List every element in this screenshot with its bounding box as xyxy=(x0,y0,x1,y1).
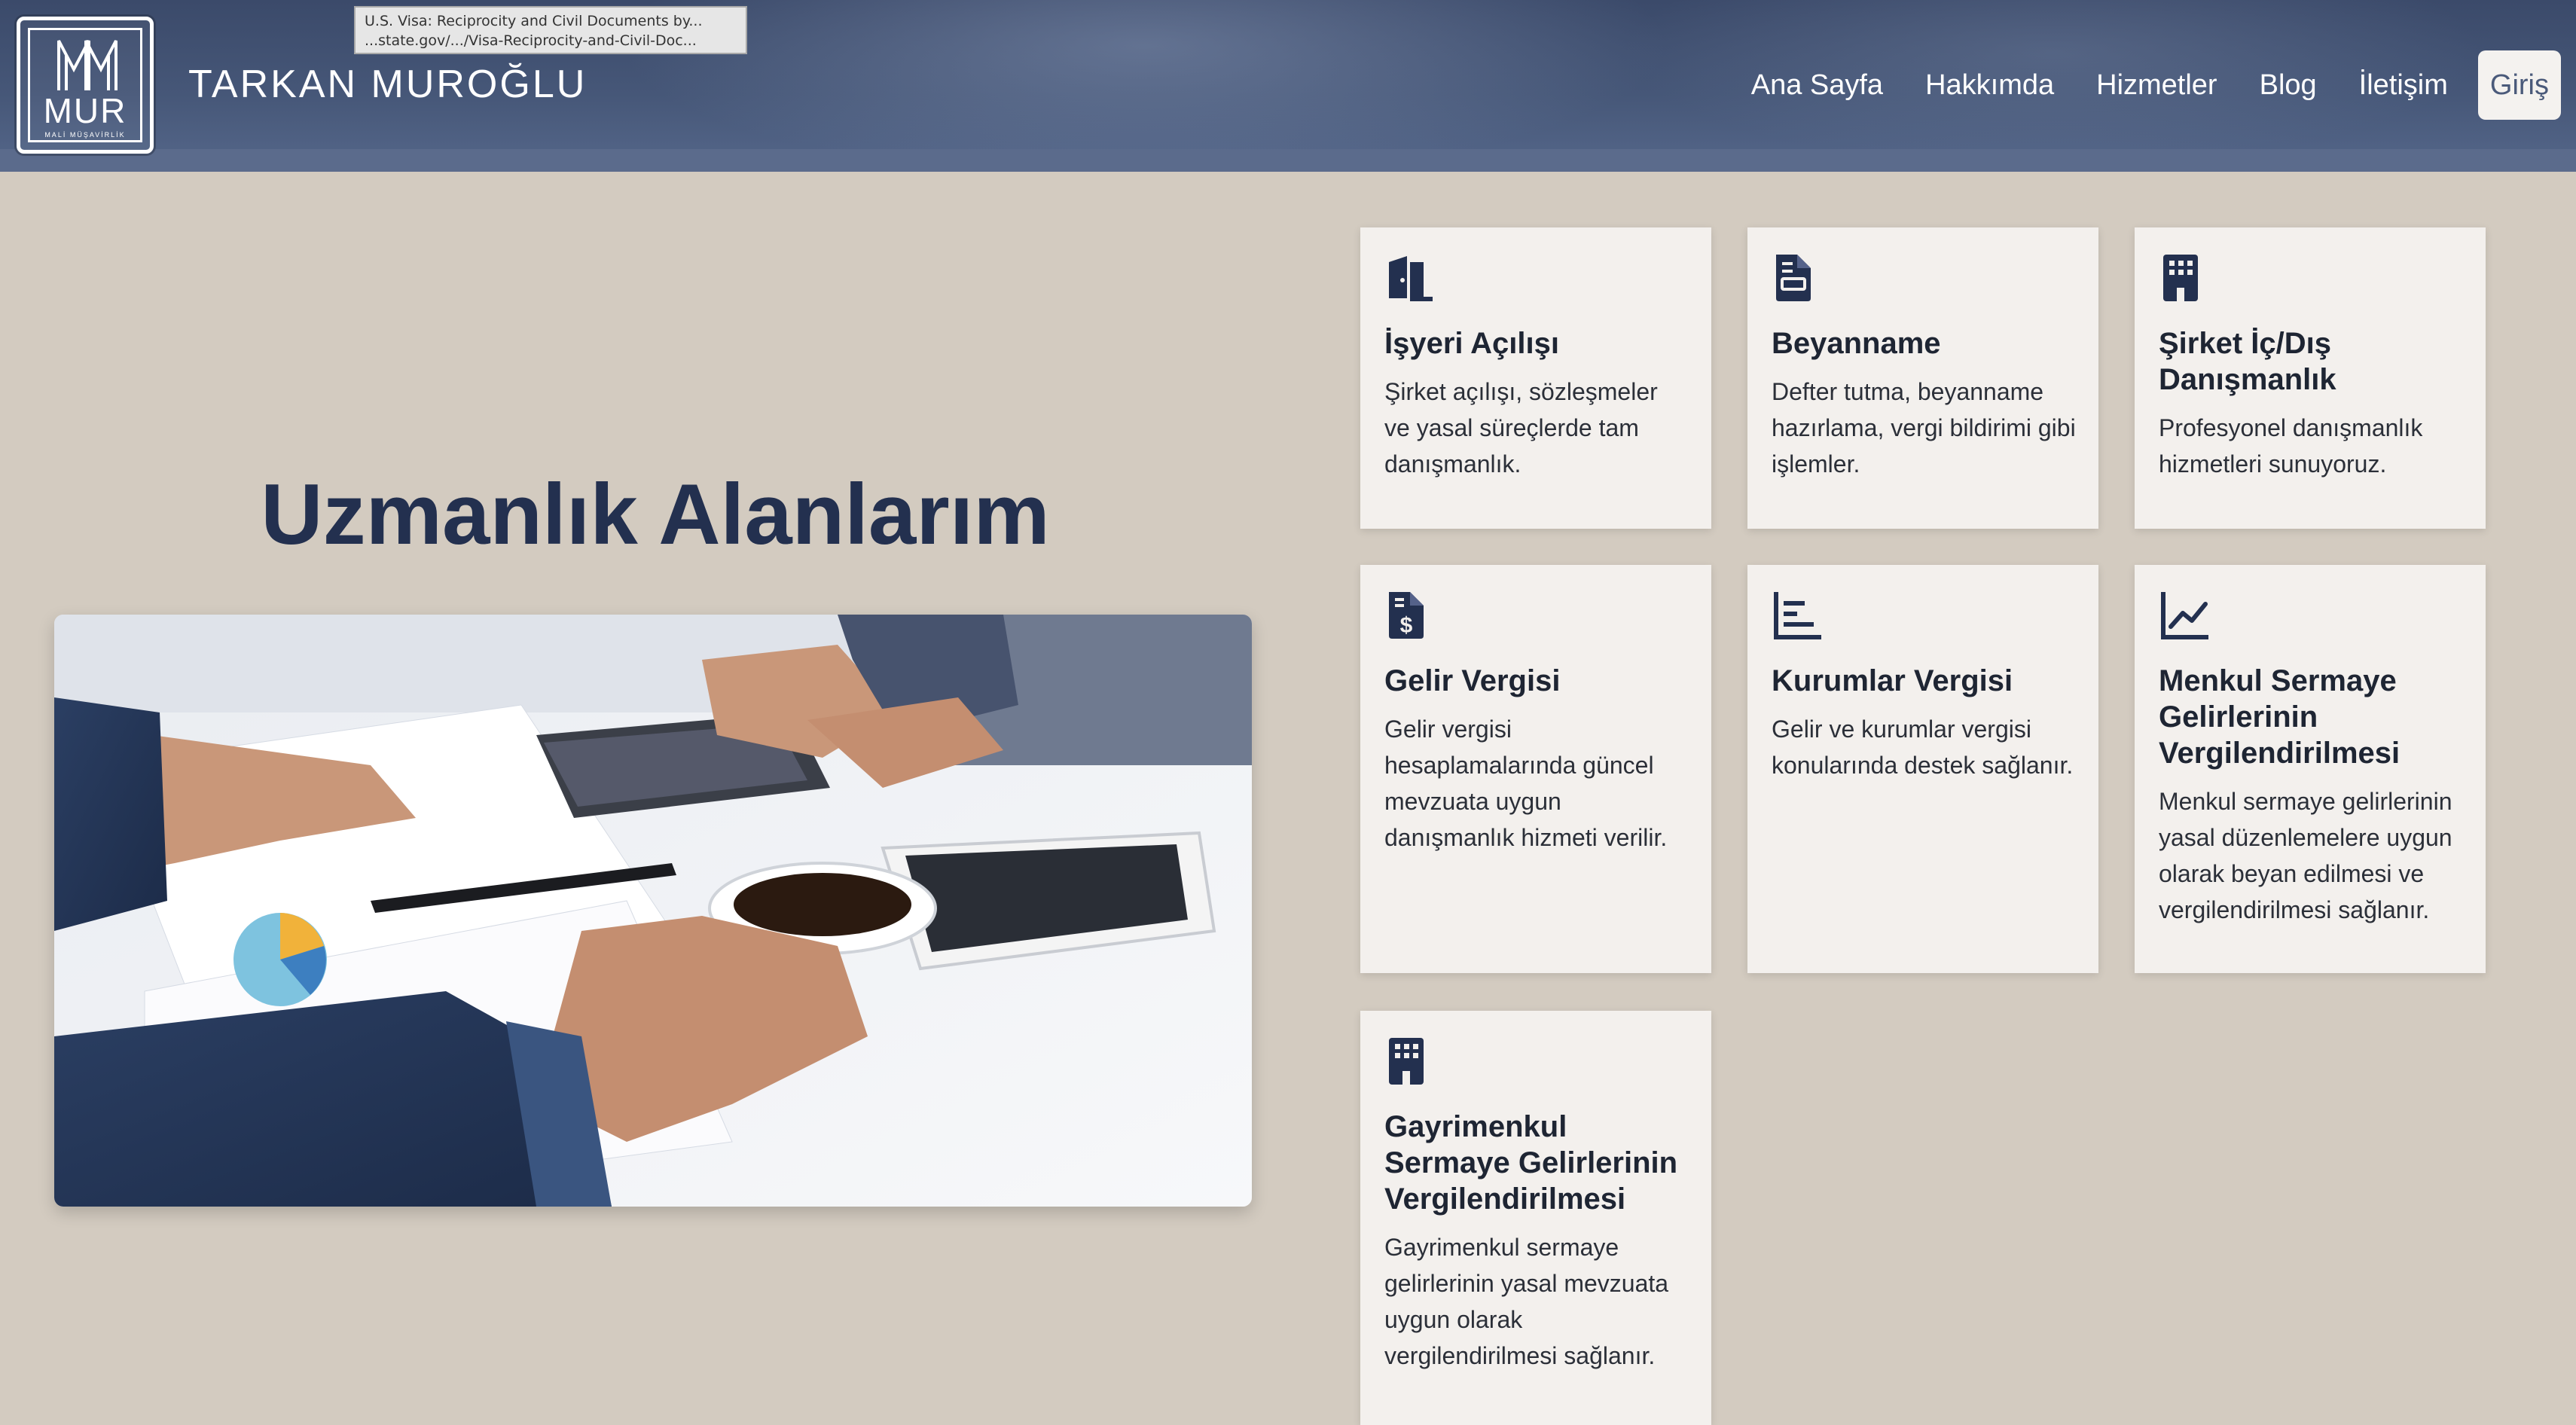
link-tooltip: U.S. Visa: Reciprocity and Civil Documen… xyxy=(354,6,747,54)
service-title: Gayrimenkul Sermaye Gelirlerinin Vergile… xyxy=(1384,1110,1678,1216)
section-title: Uzmanlık Alanlarım xyxy=(0,465,1311,564)
service-card-beyanname[interactable]: Beyanname Defter tutma, beyanname hazırl… xyxy=(1747,227,2098,529)
nav-about-link[interactable]: Hakkımda xyxy=(1925,69,2054,102)
building-icon xyxy=(2163,255,2198,301)
service-card-sirket-danismanlik[interactable]: Şirket İç/Dış Danışmanlık Profesyonel da… xyxy=(2135,227,2486,529)
service-description: Menkul sermaye gelirlerinin yasal düzenl… xyxy=(2159,788,2452,923)
service-card-gayrimenkul-sermaye[interactable]: Gayrimenkul Sermaye Gelirlerinin Vergile… xyxy=(1360,1011,1711,1425)
nav-contact-link[interactable]: İletişim xyxy=(2359,69,2448,102)
door-icon xyxy=(1389,256,1433,301)
service-card-isyeri-acilisi[interactable]: İşyeri Açılışı Şirket açılışı, sözleşmel… xyxy=(1360,227,1711,529)
service-description: Defter tutma, beyanname hazırlama, vergi… xyxy=(1772,378,2076,478)
service-title: Kurumlar Vergisi xyxy=(1772,664,2013,697)
logo-text: MUR xyxy=(43,91,127,130)
header-bottom-bar xyxy=(0,149,2576,172)
nav-services-link[interactable]: Hizmetler xyxy=(2096,69,2217,102)
login-button[interactable]: Giriş xyxy=(2477,50,2561,120)
desk-scene-illustration xyxy=(54,615,1252,1207)
document-icon xyxy=(1776,255,1811,301)
tooltip-url: ...state.gov/.../Visa-Reciprocity-and-Ci… xyxy=(365,32,697,49)
service-description: Şirket açılışı, sözleşmeler ve yasal sür… xyxy=(1384,378,1658,478)
service-title: Beyanname xyxy=(1772,327,1941,360)
service-title: Şirket İç/Dış Danışmanlık xyxy=(2159,327,2336,396)
nav-home-link[interactable]: Ana Sayfa xyxy=(1751,69,1883,102)
mm-monogram-icon xyxy=(57,40,118,90)
logo-subtext: MALİ MÜŞAVİRLİK xyxy=(44,131,126,139)
bar-chart-icon xyxy=(1774,592,1821,639)
line-chart-icon xyxy=(2161,592,2208,639)
service-card-kurumlar-vergisi[interactable]: Kurumlar Vergisi Gelir ve kurumlar vergi… xyxy=(1747,565,2098,973)
service-description: Profesyonel danışmanlık hizmetleri sunuy… xyxy=(2159,414,2423,478)
service-description: Gelir ve kurumlar vergisi konularında de… xyxy=(1772,716,2074,779)
nav-blog-link[interactable]: Blog xyxy=(2260,69,2317,102)
logo-frame: MUR MALİ MÜŞAVİRLİK xyxy=(28,28,142,142)
service-card-gelir-vergisi[interactable]: $ Gelir Vergisi Gelir vergisi hesaplamal… xyxy=(1360,565,1711,973)
service-description: Gelir vergisi hesaplamalarında güncel me… xyxy=(1384,716,1668,851)
section-title-bold: Uzmanlık xyxy=(261,467,638,563)
building-icon xyxy=(1389,1038,1424,1085)
service-description: Gayrimenkul sermaye gelirlerinin yasal m… xyxy=(1384,1234,1669,1369)
site-name[interactable]: TARKAN MUROĞLU xyxy=(188,62,587,107)
tooltip-title: U.S. Visa: Reciprocity and Civil Documen… xyxy=(365,13,703,29)
site-logo[interactable]: MUR MALİ MÜŞAVİRLİK xyxy=(17,17,154,154)
section-title-regular: Alanlarım xyxy=(658,467,1050,563)
invoice-dollar-icon: $ xyxy=(1389,592,1424,639)
service-card-menkul-sermaye[interactable]: Menkul Sermaye Gelirlerinin Vergilendiri… xyxy=(2135,565,2486,973)
svg-text:$: $ xyxy=(1400,613,1413,638)
office-desk-photo xyxy=(54,615,1252,1207)
main-navigation: Ana Sayfa Hakkımda Hizmetler Blog İletiş… xyxy=(1709,50,2561,121)
service-title: Menkul Sermaye Gelirlerinin Vergilendiri… xyxy=(2159,664,2401,770)
header-background-photo xyxy=(618,0,1672,172)
service-title: İşyeri Açılışı xyxy=(1384,327,1559,360)
service-title: Gelir Vergisi xyxy=(1384,664,1561,697)
